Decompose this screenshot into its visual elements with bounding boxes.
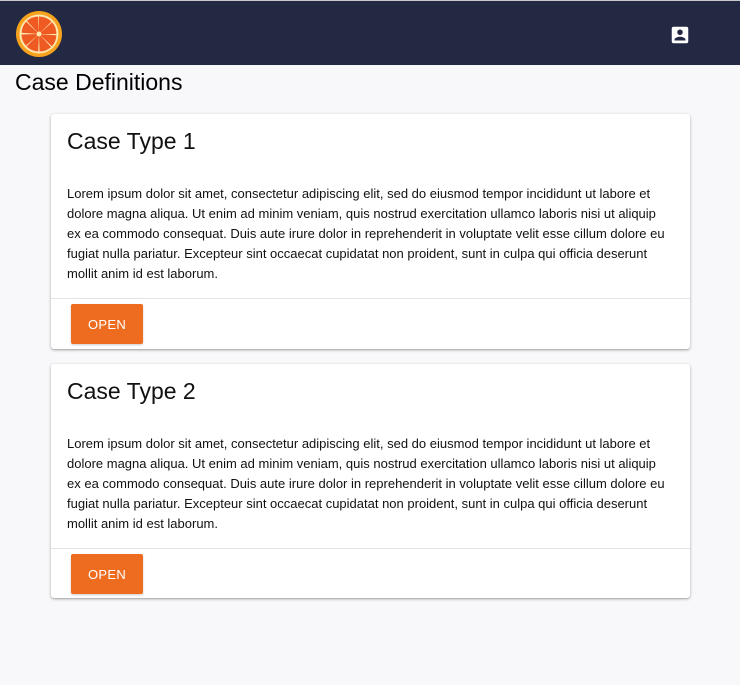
app-bar (0, 0, 740, 65)
case-card-title: Case Type 2 (67, 378, 196, 404)
card-divider (51, 548, 690, 549)
orange-slice-icon[interactable] (15, 10, 63, 58)
case-card-title: Case Type 1 (67, 128, 196, 154)
account-box-icon (671, 26, 689, 44)
case-card-description: Lorem ipsum dolor sit amet, consectetur … (67, 436, 665, 531)
card-divider (51, 298, 690, 299)
account-button[interactable] (664, 19, 696, 51)
open-button[interactable]: OPEN (71, 304, 143, 344)
case-card: Case Type 1 Lorem ipsum dolor sit amet, … (51, 114, 690, 349)
open-button[interactable]: OPEN (71, 554, 143, 594)
page-title: Case Definitions (15, 69, 183, 95)
case-card: Case Type 2 Lorem ipsum dolor sit amet, … (51, 364, 690, 598)
case-card-description: Lorem ipsum dolor sit amet, consectetur … (67, 186, 665, 281)
